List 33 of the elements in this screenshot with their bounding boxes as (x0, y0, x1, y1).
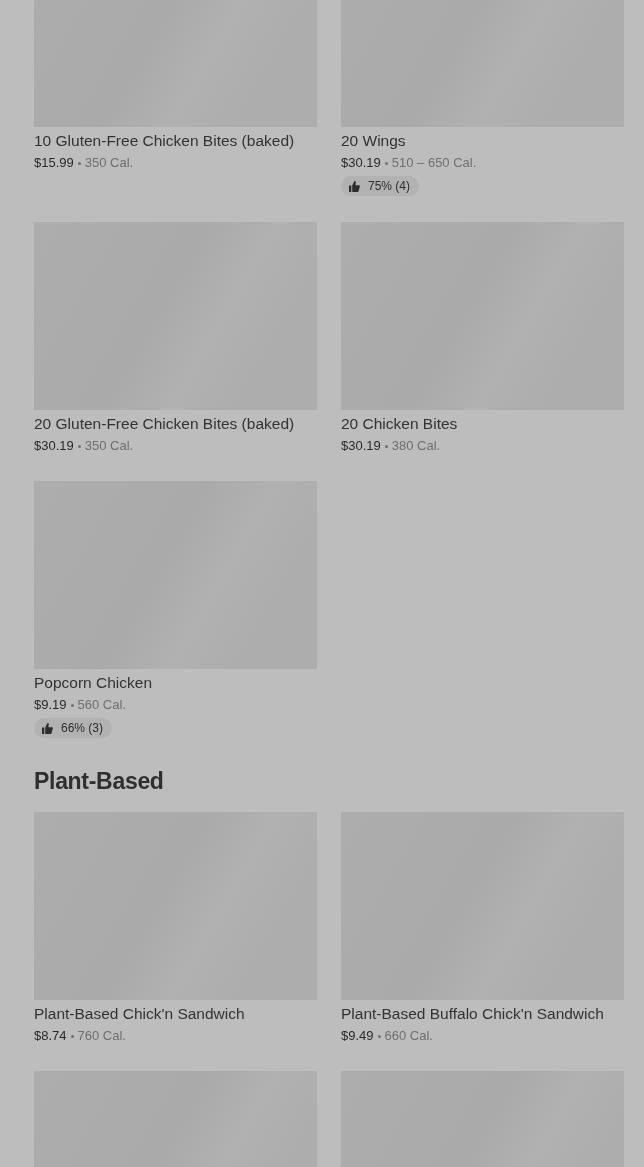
item-price: $9.19 (34, 696, 67, 714)
separator-dot (377, 1034, 381, 1038)
item-name[interactable]: Popcorn Chicken (34, 673, 153, 693)
separator-dot (70, 703, 74, 707)
item-name[interactable]: Plant-Based Buffalo Chick'n Sandwich (341, 1004, 604, 1024)
item-calories: 660 Cal. (384, 1027, 433, 1045)
separator-dot (77, 444, 81, 448)
thumbs-up-icon (349, 180, 360, 192)
item-calories: 380 Cal. (391, 437, 441, 455)
section-heading: Plant-Based (34, 768, 165, 795)
item-calories: 510 – 650 Cal. (391, 154, 477, 172)
item-name[interactable]: 20 Chicken Bites (341, 414, 458, 434)
item-name[interactable]: 20 Gluten-Free Chicken Bites (baked) (34, 414, 295, 434)
item-calories: 760 Cal. (77, 1027, 126, 1045)
separator-dot (70, 1034, 74, 1038)
item-price: $30.19 (34, 437, 74, 455)
item-calories: 350 Cal. (84, 437, 134, 455)
item-price: $8.74 (34, 1027, 67, 1045)
rating-text: 66% (3) (61, 721, 104, 735)
separator-dot (384, 161, 388, 165)
separator-dot (384, 444, 388, 448)
item-price: $30.19 (341, 154, 381, 172)
rating-text: 75% (4) (368, 179, 411, 193)
item-calories: 350 Cal. (84, 154, 134, 172)
item-name[interactable]: Plant-Based Chick'n Sandwich (34, 1004, 245, 1024)
item-calories: 560 Cal. (77, 696, 126, 714)
item-price: $30.19 (341, 437, 381, 455)
item-name[interactable]: 20 Wings (341, 131, 406, 151)
item-name[interactable]: 10 Gluten-Free Chicken Bites (baked) (34, 131, 295, 151)
item-price: $9.49 (341, 1027, 374, 1045)
item-price: $15.99 (34, 154, 74, 172)
separator-dot (77, 161, 81, 165)
thumbs-up-icon (42, 722, 53, 734)
